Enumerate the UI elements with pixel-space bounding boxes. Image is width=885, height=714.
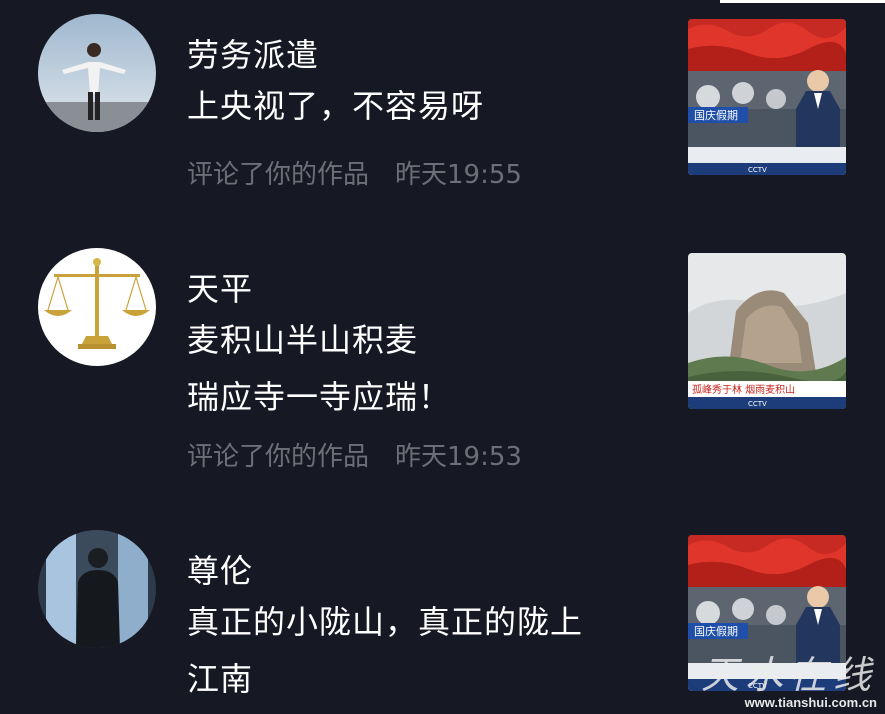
comment-line: 瑞应寺一寺应瑞！ xyxy=(187,378,452,416)
meta-row: 评论了你的作品 昨天19:55 xyxy=(187,154,522,191)
comment-line: 江南 xyxy=(187,660,254,698)
action-text: 评论了你的作品 xyxy=(187,442,370,472)
notification-list: 劳务派遣 上央视了，不容易呀 评论了你的作品 昨天19:55 国庆假期 CCTV… xyxy=(0,0,885,714)
thumbnail-banner: 国庆假期 xyxy=(694,624,738,638)
comment-line: 上央视了，不容易呀 xyxy=(187,87,485,125)
thumbnail-banner: 国庆假期 xyxy=(694,108,738,122)
comment-line: 麦积山半山积麦 xyxy=(187,321,419,359)
video-thumbnail[interactable]: 孤峰秀于林 烟雨麦积山 CCTV xyxy=(688,253,846,409)
video-thumbnail[interactable]: 国庆假期 CCTV xyxy=(688,19,846,175)
notification-item[interactable]: 劳务派遣 上央视了，不容易呀 评论了你的作品 昨天19:55 国庆假期 CCTV xyxy=(0,14,885,214)
avatar[interactable] xyxy=(38,248,156,366)
watermark-brand: 天水在线 xyxy=(700,653,877,697)
thumbnail-banner: 孤峰秀于林 烟雨麦积山 xyxy=(692,383,795,396)
watermark-url: www.tianshui.com.cn xyxy=(744,695,877,710)
username[interactable]: 劳务派遣 xyxy=(187,30,319,76)
username[interactable]: 天平 xyxy=(187,264,253,310)
comment-text: 麦积山半山积麦 瑞应寺一寺应瑞！ xyxy=(187,312,451,426)
comment-text: 上央视了，不容易呀 xyxy=(187,78,484,135)
timestamp: 昨天19:53 xyxy=(395,442,522,472)
avatar[interactable] xyxy=(38,14,156,132)
username[interactable]: 尊伦 xyxy=(187,546,253,592)
notification-item[interactable]: 天平 麦积山半山积麦 瑞应寺一寺应瑞！ 评论了你的作品 昨天19:53 孤峰秀于林… xyxy=(0,248,885,488)
thumbnail-ticker: CCTV xyxy=(748,400,767,408)
comment-line: 真正的小陇山，真正的陇上 xyxy=(187,603,584,641)
thumbnail-ticker: CCTV xyxy=(748,166,767,174)
watermark: 天水在线 www.tianshui.com.cn xyxy=(701,655,877,710)
timestamp: 昨天19:55 xyxy=(395,160,522,190)
status-strip xyxy=(720,0,885,3)
avatar[interactable] xyxy=(38,530,156,648)
meta-row: 评论了你的作品 昨天19:53 xyxy=(187,436,522,473)
comment-text: 真正的小陇山，真正的陇上 江南 xyxy=(187,594,583,708)
action-text: 评论了你的作品 xyxy=(187,160,370,190)
